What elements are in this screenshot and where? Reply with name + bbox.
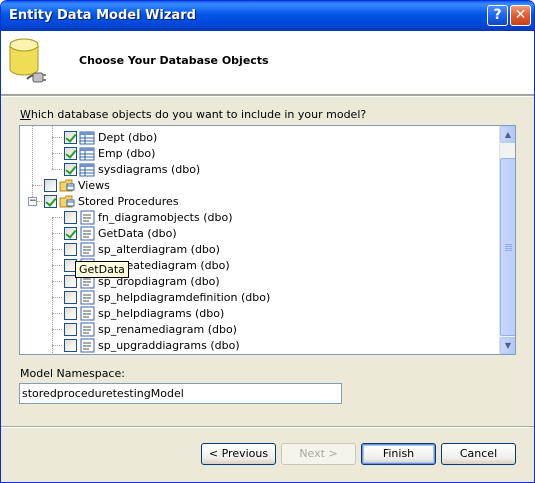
tree-item-label: Views — [78, 179, 110, 192]
tree-item-label: sp_helpdiagrams (dbo) — [98, 307, 225, 320]
tree-item[interactable]: sp_alterdiagram (dbo) — [20, 241, 499, 257]
tree-connector-line — [52, 345, 62, 346]
header-divider — [1, 95, 534, 97]
tree-item-label: GetData (dbo) — [98, 227, 177, 240]
titlebar[interactable]: Entity Data Model Wizard ? ✕ — [1, 1, 534, 31]
folder-icon — [59, 179, 75, 192]
tree-item[interactable]: Emp (dbo) — [20, 145, 499, 161]
scroll-thumb[interactable] — [500, 158, 515, 336]
tree-item-checkbox[interactable] — [64, 147, 77, 160]
tree-item-checkbox[interactable] — [64, 243, 77, 256]
tree-item[interactable]: Views — [20, 177, 499, 193]
help-button[interactable]: ? — [487, 5, 508, 26]
stored-procedure-icon — [80, 210, 95, 225]
tree-item-checkbox[interactable] — [64, 323, 77, 336]
tree-item[interactable]: sp_helpdiagrams (dbo) — [20, 305, 499, 321]
tree-item-checkbox[interactable] — [64, 227, 77, 240]
tree-connector-line — [52, 313, 62, 314]
tree-item-label: Stored Procedures — [78, 195, 179, 208]
tree-item-checkbox[interactable] — [44, 195, 57, 208]
tree-item-label: sp_upgraddiagrams (dbo) — [98, 339, 240, 352]
finish-button[interactable]: Finish — [361, 443, 436, 465]
tree-item-checkbox[interactable] — [64, 339, 77, 352]
stored-procedure-icon — [80, 290, 95, 305]
tree-body: Dept (dbo) Emp (dbo) sysdiagrams (dbo) View… — [20, 126, 499, 354]
database-plug-icon — [9, 38, 46, 83]
tree-item-label: Dept (dbo) — [98, 131, 158, 144]
tree-item-checkbox[interactable] — [64, 291, 77, 304]
tree-item-checkbox[interactable] — [64, 131, 77, 144]
tree-connector-line — [52, 329, 62, 330]
stored-procedure-icon — [80, 338, 95, 353]
model-namespace-label: Model Namespace: — [20, 367, 125, 380]
tree-item[interactable]: sysdiagrams (dbo) — [20, 161, 499, 177]
model-namespace-input[interactable] — [19, 383, 342, 404]
tree-connector-line — [32, 185, 42, 186]
tree-item-label: fn_diagramobjects (dbo) — [98, 211, 233, 224]
window-title: Entity Data Model Wizard — [9, 8, 196, 23]
tree-item-label: sp_renamediagram (dbo) — [98, 323, 237, 336]
cancel-button[interactable]: Cancel — [441, 443, 516, 465]
folder-icon — [59, 195, 75, 208]
scroll-down-arrow-icon[interactable]: ▼ — [500, 337, 515, 354]
tree-connector-line — [52, 217, 62, 218]
header-title: Choose Your Database Objects — [79, 54, 269, 67]
tree-connector-line — [52, 153, 62, 154]
scroll-grip-line — [505, 248, 512, 249]
stored-procedure-icon — [80, 226, 95, 241]
tree-item-checkbox[interactable] — [64, 211, 77, 224]
scroll-grip-line — [505, 244, 512, 245]
table-icon — [79, 131, 95, 145]
table-icon — [79, 163, 95, 177]
tree-item[interactable]: − Stored Procedures — [20, 193, 499, 209]
scroll-grip-line — [505, 246, 512, 247]
tree-connector-line — [52, 169, 62, 170]
tree-vertical-scrollbar[interactable]: ▲ ▼ — [499, 126, 515, 354]
wizard-window: Entity Data Model Wizard ? ✕ Choose Your… — [0, 0, 535, 483]
tree-item[interactable]: Dept (dbo) — [20, 129, 499, 145]
close-button[interactable]: ✕ — [510, 5, 531, 26]
table-icon — [79, 147, 95, 161]
tree-connector-line — [52, 233, 62, 234]
next-button[interactable]: Next > — [281, 443, 356, 465]
previous-button[interactable]: < Previous — [201, 443, 276, 465]
database-objects-tree[interactable]: Dept (dbo) Emp (dbo) sysdiagrams (dbo) View… — [19, 125, 516, 355]
wizard-header: Choose Your Database Objects — [1, 31, 534, 95]
tree-item[interactable]: sp_renamediagram (dbo) — [20, 321, 499, 337]
question-text: hich database objects do you want to inc… — [30, 108, 367, 121]
tree-item-checkbox[interactable] — [64, 163, 77, 176]
tree-item-label: sp_alterdiagram (dbo) — [98, 243, 220, 256]
tree-item-label: sysdiagrams (dbo) — [98, 163, 201, 176]
tree-connector-line — [52, 265, 62, 266]
tree-connector-line — [52, 249, 62, 250]
tree-connector-line — [52, 297, 62, 298]
tree-item-label: Emp (dbo) — [98, 147, 156, 160]
tree-item-checkbox[interactable] — [64, 307, 77, 320]
tree-connector-line — [52, 137, 62, 138]
tree-item[interactable]: fn_diagramobjects (dbo) — [20, 209, 499, 225]
tooltip: GetData — [75, 261, 129, 278]
tree-item-label: sp_helpdiagramdefinition (dbo) — [98, 291, 271, 304]
tree-item[interactable]: sp_upgraddiagrams (dbo) — [20, 337, 499, 353]
stored-procedure-icon — [80, 322, 95, 337]
scroll-up-arrow-icon[interactable]: ▲ — [500, 126, 515, 143]
tree-connector-line — [52, 281, 62, 282]
footer-divider — [1, 426, 534, 428]
tree-item[interactable]: GetData (dbo) — [20, 225, 499, 241]
tree-item[interactable]: sp_helpdiagramdefinition (dbo) — [20, 289, 499, 305]
objects-question-label: Which database objects do you want to in… — [20, 108, 366, 121]
question-mnemonic: W — [20, 108, 31, 121]
stored-procedure-icon — [80, 242, 95, 257]
collapse-icon[interactable]: − — [28, 197, 37, 206]
scroll-grip-line — [505, 250, 512, 251]
stored-procedure-icon — [80, 306, 95, 321]
tree-item-checkbox[interactable] — [44, 179, 57, 192]
